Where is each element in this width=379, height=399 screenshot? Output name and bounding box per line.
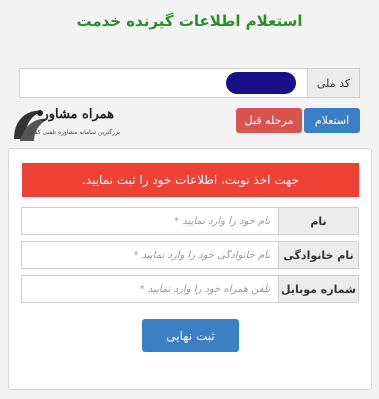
last-name-label: نام خانوادگی [278,242,358,268]
national-code-input[interactable] [20,69,307,97]
mobile-input[interactable] [22,276,278,302]
inquiry-button[interactable]: استعلام [304,108,360,133]
logo-brand: همراه مشاور [42,107,114,122]
first-name-label: نام [278,208,358,234]
first-name-input[interactable] [22,208,278,234]
last-name-field: نام خانوادگی [21,241,359,269]
logo-tagline: بزرگترین سامانه مشاوره تلفنی کشور [26,129,120,136]
redaction-mark [226,72,296,94]
national-code-row: کد ملی [19,68,360,98]
national-code-label: کد ملی [307,69,359,97]
appointment-form-panel: جهت اخذ نوبت، اطلاعات خود را ثبت نمایید.… [8,148,372,390]
last-name-input[interactable] [22,242,278,268]
mobile-field: شماره موبایل [21,275,359,303]
first-name-field: نام [21,207,359,235]
submit-button[interactable]: ثبت نهایی [142,319,239,352]
mobile-label: شماره موبایل [278,276,358,302]
prev-step-button[interactable]: مرحله قبل [236,108,302,133]
page-title: استعلام اطلاعات گیرنده خدمت [76,12,303,30]
logo: همراه مشاور بزرگترین سامانه مشاوره تلفنی… [10,103,120,145]
form-alert: جهت اخذ نوبت، اطلاعات خود را ثبت نمایید. [22,163,359,197]
